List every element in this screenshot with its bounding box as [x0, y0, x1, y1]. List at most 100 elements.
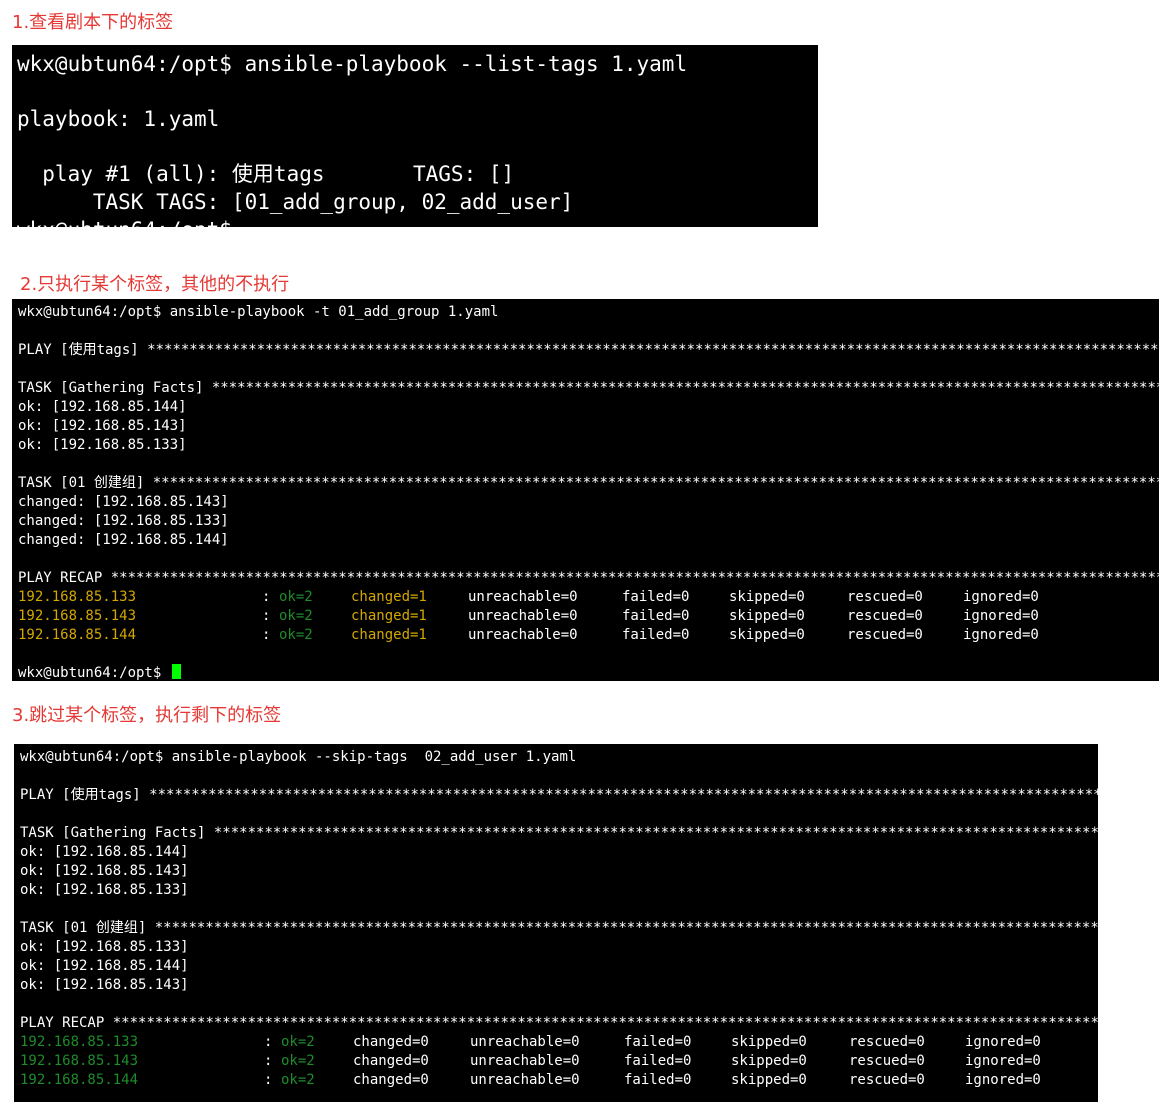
recap-ignored: ignored=0 — [965, 1034, 1041, 1050]
facts-result: ok: [192.168.85.143] — [18, 418, 187, 434]
task-header: TASK [01 创建组] **************************… — [20, 920, 1098, 936]
recap-ok: ok=2 — [279, 589, 313, 605]
terminal-skip-tag: wkx@ubtun64:/opt$ ansible-playbook --ski… — [14, 744, 1098, 1102]
terminal-run-tag: wkx@ubtun64:/opt$ ansible-playbook -t 01… — [12, 299, 1159, 681]
recap-host: 192.168.85.143 — [18, 608, 137, 624]
recap-host: 192.168.85.133 — [18, 589, 137, 605]
recap-host: 192.168.85.144 — [18, 627, 137, 643]
recap-failed: failed=0 — [622, 627, 690, 643]
recap-skipped: skipped=0 — [731, 1053, 807, 1069]
recap-ok: ok=2 — [281, 1072, 315, 1088]
facts-header-text: TASK [Gathering Facts] — [18, 380, 204, 396]
recap-changed: changed=0 — [353, 1072, 429, 1088]
recap-row: 192.168.85.143 ok=2 changed=1 unreachable=0… — [18, 607, 1118, 626]
recap-skipped: skipped=0 — [729, 627, 805, 643]
recap-ok: ok=2 — [281, 1053, 315, 1069]
command-line: wkx@ubtun64:/opt$ ansible-playbook -t 01… — [18, 304, 499, 320]
recap-changed: changed=1 — [351, 608, 427, 624]
play-header-text: PLAY [使用tags] — [20, 787, 141, 803]
recap-colon: : — [262, 608, 279, 624]
prompt-line: wkx@ubtun64:/opt$ — [18, 664, 181, 681]
recap-ignored: ignored=0 — [963, 627, 1039, 643]
recap-skipped: skipped=0 — [729, 589, 805, 605]
facts-result: ok: [192.168.85.144] — [18, 399, 187, 415]
terminal-line: playbook: 1.yaml — [17, 107, 220, 131]
recap-row: 192.168.85.133 ok=2 changed=1 unreachable=0… — [18, 588, 1118, 607]
recap-unreachable: unreachable=0 — [470, 1072, 580, 1088]
task-result: changed: [192.168.85.133] — [18, 513, 229, 529]
facts-header-text: TASK [Gathering Facts] — [20, 825, 206, 841]
recap-rescued: rescued=0 — [847, 627, 923, 643]
recap-host: 192.168.85.144 — [20, 1072, 139, 1088]
recap-changed: changed=1 — [351, 589, 427, 605]
recap-ok: ok=2 — [279, 608, 313, 624]
recap-colon: : — [264, 1072, 281, 1088]
facts-header: TASK [Gathering Facts] *****************… — [18, 380, 1159, 396]
recap-ignored: ignored=0 — [965, 1072, 1041, 1088]
recap-colon: : — [264, 1034, 281, 1050]
facts-result: ok: [192.168.85.133] — [20, 882, 189, 898]
recap-rescued: rescued=0 — [847, 589, 923, 605]
recap-row: 192.168.85.144 ok=2 changed=0 unreachable=0… — [20, 1071, 1098, 1090]
recap-host: 192.168.85.133 — [20, 1034, 139, 1050]
recap-changed: changed=1 — [351, 627, 427, 643]
recap-ok: ok=2 — [279, 627, 313, 643]
recap-ignored: ignored=0 — [965, 1053, 1041, 1069]
recap-skipped: skipped=0 — [731, 1072, 807, 1088]
play-header-text: PLAY [使用tags] — [18, 342, 139, 358]
caption-run-tag: 2.只执行某个标签，其他的不执行 — [20, 274, 290, 295]
recap-ok: ok=2 — [281, 1034, 315, 1050]
recap-failed: failed=0 — [624, 1072, 692, 1088]
recap-skipped: skipped=0 — [729, 608, 805, 624]
recap-unreachable: unreachable=0 — [468, 627, 578, 643]
terminal-line: play #1 (all): 使用tags TAGS: [] — [17, 162, 515, 186]
task-result: ok: [192.168.85.144] — [20, 958, 189, 974]
command-line: wkx@ubtun64:/opt$ ansible-playbook --ski… — [20, 749, 577, 765]
recap-rescued: rescued=0 — [849, 1072, 925, 1088]
recap-failed: failed=0 — [624, 1053, 692, 1069]
recap-row: 192.168.85.143 ok=2 changed=0 unreachable=0… — [20, 1052, 1098, 1071]
recap-row: 192.168.85.133 ok=2 changed=0 unreachable=0… — [20, 1033, 1098, 1052]
terminal-line: wkx@ubtun64:/opt$ — [17, 217, 232, 227]
recap-rescued: rescued=0 — [849, 1053, 925, 1069]
recap-rescued: rescued=0 — [849, 1034, 925, 1050]
recap-colon: : — [262, 589, 279, 605]
recap-ignored: ignored=0 — [963, 608, 1039, 624]
caption-list-tags: 1.查看剧本下的标签 — [12, 12, 174, 33]
facts-result: ok: [192.168.85.133] — [18, 437, 187, 453]
terminal-line: wkx@ubtun64:/opt$ ansible-playbook --lis… — [17, 52, 688, 76]
play-header: PLAY [使用tags] **************************… — [18, 342, 1159, 358]
recap-unreachable: unreachable=0 — [468, 608, 578, 624]
recap-header: PLAY RECAP *****************************… — [20, 1015, 1098, 1031]
recap-unreachable: unreachable=0 — [468, 589, 578, 605]
terminal-cursor — [171, 664, 181, 679]
recap-failed: failed=0 — [622, 589, 690, 605]
task-header-text: TASK [01 创建组] — [20, 920, 147, 936]
facts-header: TASK [Gathering Facts] *****************… — [20, 825, 1098, 841]
prompt-text: wkx@ubtun64:/opt$ — [18, 665, 162, 681]
recap-failed: failed=0 — [622, 608, 690, 624]
task-result: ok: [192.168.85.133] — [20, 939, 189, 955]
recap-unreachable: unreachable=0 — [470, 1034, 580, 1050]
task-result: ok: [192.168.85.143] — [20, 977, 189, 993]
recap-colon: : — [264, 1053, 281, 1069]
terminal-line: TASK TAGS: [01_add_group, 02_add_user] — [17, 190, 574, 214]
recap-changed: changed=0 — [353, 1034, 429, 1050]
task-header: TASK [01 创建组] **************************… — [18, 475, 1159, 491]
task-result: changed: [192.168.85.144] — [18, 532, 229, 548]
recap-changed: changed=0 — [353, 1053, 429, 1069]
recap-skipped: skipped=0 — [731, 1034, 807, 1050]
facts-result: ok: [192.168.85.144] — [20, 844, 189, 860]
terminal-list-tags: wkx@ubtun64:/opt$ ansible-playbook --lis… — [12, 45, 818, 227]
caption-skip-tag: 3.跳过某个标签，执行剩下的标签 — [12, 705, 282, 726]
play-header: PLAY [使用tags] **************************… — [20, 787, 1098, 803]
recap-row: 192.168.85.144 ok=2 changed=1 unreachable=0… — [18, 626, 1118, 645]
recap-ignored: ignored=0 — [963, 589, 1039, 605]
recap-header-text: PLAY RECAP — [20, 1015, 105, 1031]
recap-rescued: rescued=0 — [847, 608, 923, 624]
recap-colon: : — [262, 627, 279, 643]
recap-header-text: PLAY RECAP — [18, 570, 103, 586]
task-result: changed: [192.168.85.143] — [18, 494, 229, 510]
task-header-text: TASK [01 创建组] — [18, 475, 145, 491]
recap-failed: failed=0 — [624, 1034, 692, 1050]
